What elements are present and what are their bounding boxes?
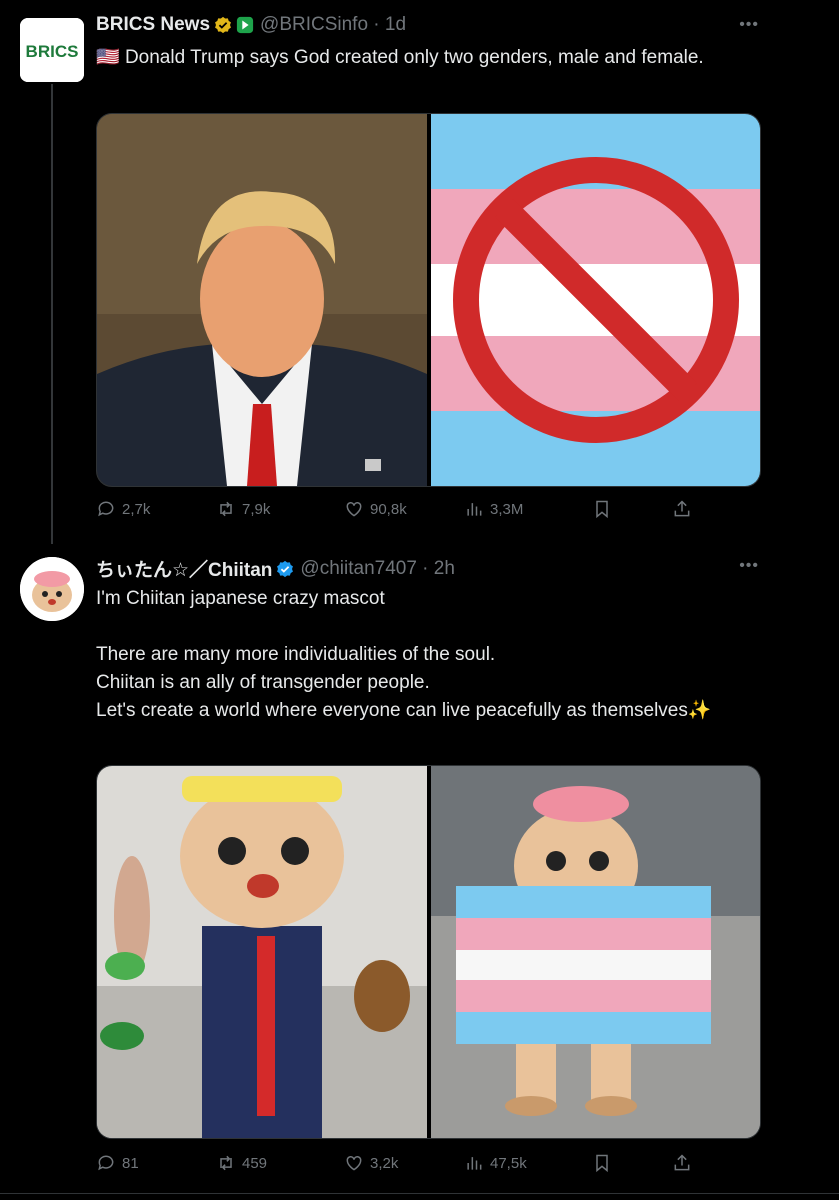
views-count: 3,3M: [490, 500, 524, 518]
media-no-trans-symbol[interactable]: [430, 114, 760, 486]
share-icon: [674, 1154, 690, 1171]
display-name[interactable]: ちぃたん☆／Chiitan: [96, 555, 272, 582]
views-icon: [467, 1157, 482, 1170]
tweet-actions: 2,7k 7,9k 90,8k 3,3M: [96, 499, 696, 519]
handle-and-time[interactable]: @chiitan7407 · 2h: [300, 558, 455, 580]
retweet-icon: [220, 501, 232, 517]
retweet-button[interactable]: 7,9k: [216, 499, 344, 519]
tweet-media[interactable]: [96, 113, 761, 487]
share-icon: [674, 500, 690, 517]
reply-button[interactable]: 2,7k: [96, 499, 216, 519]
share-button[interactable]: [672, 499, 692, 519]
views-count: 47,5k: [490, 1154, 527, 1172]
bookmark-button[interactable]: [592, 499, 672, 519]
tweet-media[interactable]: [96, 765, 761, 1139]
verified-blue-icon: [277, 560, 294, 577]
avatar-brics[interactable]: BRICS: [20, 18, 84, 82]
tweet-text: I'm Chiitan japanese crazy mascot There …: [96, 585, 736, 725]
tweet-text-line: [96, 613, 736, 641]
tweet-header: ちぃたん☆／Chiitan @chiitan7407 · 2h: [96, 555, 455, 582]
reply-button[interactable]: 81: [96, 1153, 216, 1173]
like-icon: [346, 1155, 362, 1171]
views-button[interactable]: 3,3M: [464, 499, 592, 519]
avatar-brics-text: BRICS: [26, 42, 79, 61]
like-button[interactable]: 90,8k: [344, 499, 464, 519]
flag-emoji: 🇺🇸: [96, 47, 120, 68]
like-button[interactable]: 3,2k: [344, 1153, 464, 1173]
tweet-text: 🇺🇸 Donald Trump says God created only tw…: [96, 44, 736, 72]
verified-gold-icon: [215, 16, 231, 34]
like-count: 3,2k: [370, 1154, 399, 1172]
reply-count: 81: [122, 1154, 139, 1172]
like-icon: [346, 501, 362, 517]
avatar-chiitan[interactable]: [20, 557, 84, 621]
more-icon[interactable]: •••: [739, 16, 759, 34]
tweet-chiitan[interactable]: ちぃたん☆／Chiitan @chiitan7407 · 2h ••• I'm …: [0, 545, 839, 1195]
views-icon: [467, 503, 482, 516]
tweet-text-line: I'm Chiitan japanese crazy mascot: [96, 588, 385, 609]
tweet-brics[interactable]: BRICS BRICS News @BRICSinfo · 1d ••• 🇺🇸 …: [0, 0, 839, 545]
retweet-count: 7,9k: [242, 500, 271, 518]
tweet-text-line: Chiitan is an ally of transgender people…: [96, 672, 430, 693]
reply-count: 2,7k: [122, 500, 151, 518]
media-photo-chiitan-suit[interactable]: [97, 766, 427, 1138]
tweet-header: BRICS News @BRICSinfo · 1d: [96, 14, 406, 36]
handle-and-time[interactable]: @BRICSinfo · 1d: [260, 14, 406, 36]
tweet-text-line: There are many more individualities of t…: [96, 644, 496, 665]
reply-icon: [98, 1155, 114, 1171]
reply-icon: [98, 501, 114, 517]
more-icon[interactable]: •••: [739, 557, 759, 575]
retweet-count: 459: [242, 1154, 268, 1172]
views-button[interactable]: 47,5k: [464, 1153, 592, 1173]
media-photo-portrait[interactable]: [97, 114, 427, 486]
display-name[interactable]: BRICS News: [96, 14, 210, 36]
retweet-icon: [220, 1155, 232, 1171]
bottom-divider: [0, 1193, 839, 1194]
like-count: 90,8k: [370, 500, 407, 518]
bookmark-icon: [596, 1154, 608, 1173]
media-photo-chiitan-flag[interactable]: [430, 766, 760, 1138]
affiliate-badge-icon: [236, 16, 254, 34]
retweet-button[interactable]: 459: [216, 1153, 344, 1173]
bookmark-button[interactable]: [592, 1153, 672, 1173]
bookmark-icon: [596, 500, 608, 519]
tweet-text-line: Let's create a world where everyone can …: [96, 700, 712, 721]
tweet-actions: 81 459 3,2k 47,5k: [96, 1153, 696, 1173]
tweet-text-content: Donald Trump says God created only two g…: [124, 47, 704, 68]
share-button[interactable]: [672, 1153, 692, 1173]
